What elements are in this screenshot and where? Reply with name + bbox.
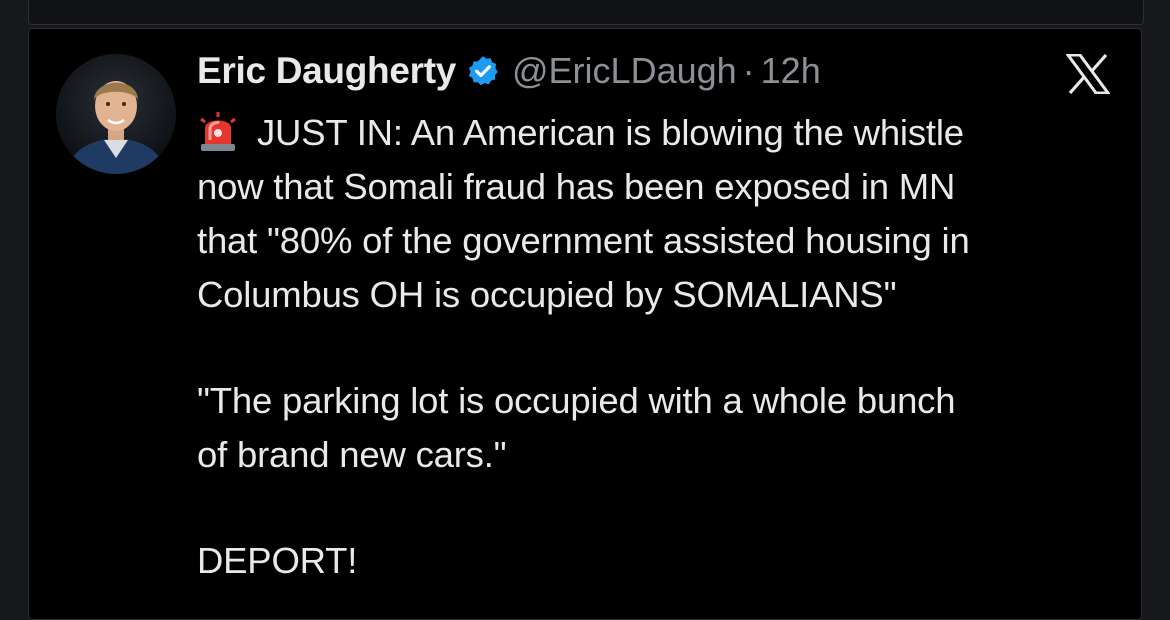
author-name[interactable]: Eric Daugherty (197, 50, 456, 92)
tweet-line: that "80% of the government assisted hou… (197, 220, 970, 261)
previous-card-edge (28, 0, 1144, 25)
screenshot-frame: Eric Daugherty @EricLDaugh · 12h JUST IN… (0, 0, 1170, 620)
x-logo-icon[interactable] (1065, 53, 1111, 95)
separator-dot: · (742, 50, 755, 91)
tweet-line: now that Somali fraud has been exposed i… (197, 166, 956, 207)
police-siren-emoji-icon (197, 110, 239, 152)
tweet-timestamp[interactable]: 12h (761, 50, 821, 92)
verified-badge-icon (466, 54, 500, 88)
avatar[interactable] (56, 54, 176, 174)
quote-line: "The parking lot is occupied with a whol… (197, 380, 956, 421)
avatar-photo (56, 54, 176, 174)
tweet-line-text: JUST IN: An American is blowing the whis… (257, 112, 964, 153)
tweet-header: Eric Daugherty @EricLDaugh · 12h (197, 48, 821, 94)
author-handle[interactable]: @EricLDaugh (512, 50, 737, 92)
tweet-text: JUST IN: An American is blowing the whis… (197, 106, 1117, 588)
tweet-line: JUST IN: An American is blowing the whis… (197, 106, 1117, 160)
tweet-line: Columbus OH is occupied by SOMALIANS" (197, 274, 897, 315)
closing-line: DEPORT! (197, 540, 358, 581)
quote-line: of brand new cars." (197, 434, 507, 475)
